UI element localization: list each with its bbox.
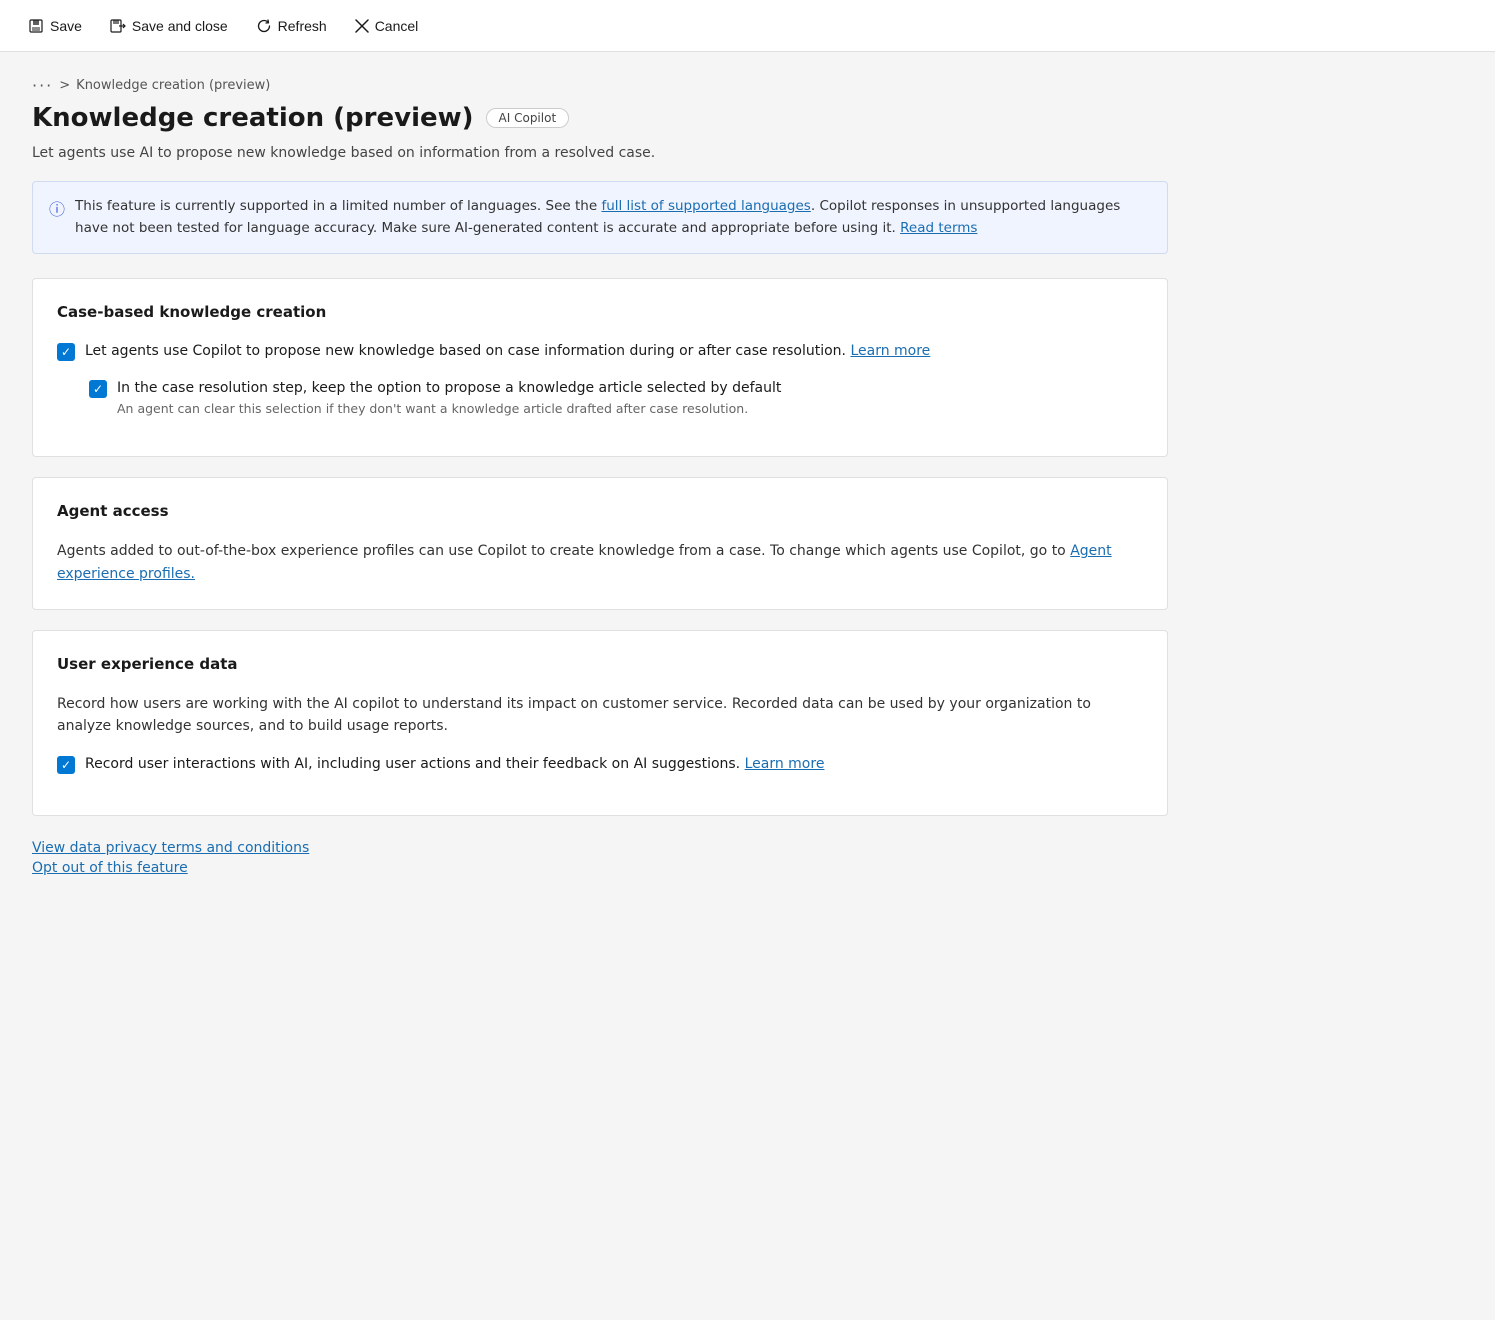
- cancel-button[interactable]: Cancel: [343, 12, 431, 40]
- case-based-checkbox2[interactable]: [89, 380, 107, 398]
- user-experience-checkbox[interactable]: [57, 756, 75, 774]
- case-based-checkbox1-content: Let agents use Copilot to propose new kn…: [85, 341, 930, 362]
- page-title-row: Knowledge creation (preview) AI Copilot: [32, 103, 1168, 133]
- agent-access-section: Agent access Agents added to out-of-the-…: [32, 477, 1168, 610]
- refresh-label: Refresh: [278, 18, 327, 34]
- user-experience-checkbox-row: Record user interactions with AI, includ…: [57, 754, 1143, 775]
- case-based-learn-more-link[interactable]: Learn more: [850, 343, 930, 359]
- user-experience-text: Record how users are working with the AI…: [57, 693, 1143, 738]
- user-experience-title: User experience data: [57, 655, 1143, 673]
- cancel-icon: [355, 19, 369, 33]
- toolbar: Save Save and close Refresh: [0, 0, 1495, 52]
- agent-access-title: Agent access: [57, 502, 1143, 520]
- breadcrumb-current: Knowledge creation (preview): [76, 78, 270, 93]
- footer-links: View data privacy terms and conditions O…: [32, 840, 1168, 876]
- breadcrumb-separator: >: [59, 78, 70, 93]
- user-experience-section: User experience data Record how users ar…: [32, 630, 1168, 816]
- user-experience-checkbox-content: Record user interactions with AI, includ…: [85, 754, 824, 775]
- info-text-before-link: This feature is currently supported in a…: [75, 198, 601, 214]
- refresh-icon: [256, 18, 272, 34]
- case-based-checkbox1-label: Let agents use Copilot to propose new kn…: [85, 343, 930, 359]
- refresh-button[interactable]: Refresh: [244, 12, 339, 40]
- breadcrumb-dots: ···: [32, 76, 53, 95]
- case-based-checkbox1-row: Let agents use Copilot to propose new kn…: [57, 341, 1143, 362]
- case-based-section: Case-based knowledge creation Let agents…: [32, 278, 1168, 457]
- breadcrumb: ··· > Knowledge creation (preview): [32, 76, 1168, 95]
- save-and-close-label: Save and close: [132, 18, 228, 34]
- save-button[interactable]: Save: [16, 12, 94, 40]
- case-based-checkbox1[interactable]: [57, 343, 75, 361]
- case-based-title: Case-based knowledge creation: [57, 303, 1143, 321]
- info-icon: ⓘ: [49, 197, 65, 223]
- save-label: Save: [50, 18, 82, 34]
- agent-access-text: Agents added to out-of-the-box experienc…: [57, 540, 1143, 585]
- privacy-terms-link[interactable]: View data privacy terms and conditions: [32, 840, 1168, 856]
- save-and-close-button[interactable]: Save and close: [98, 12, 240, 40]
- user-experience-learn-more-link[interactable]: Learn more: [745, 756, 825, 772]
- case-based-checkbox2-row: In the case resolution step, keep the op…: [89, 378, 1143, 416]
- case-based-checkbox2-content: In the case resolution step, keep the op…: [117, 378, 781, 416]
- save-icon: [28, 18, 44, 34]
- page-subtitle: Let agents use AI to propose new knowled…: [32, 145, 1168, 161]
- info-banner: ⓘ This feature is currently supported in…: [32, 181, 1168, 254]
- read-terms-link[interactable]: Read terms: [900, 220, 977, 236]
- save-and-close-icon: [110, 18, 126, 34]
- info-banner-text: This feature is currently supported in a…: [75, 196, 1151, 239]
- user-experience-checkbox-label: Record user interactions with AI, includ…: [85, 756, 824, 772]
- main-content: ··· > Knowledge creation (preview) Knowl…: [0, 52, 1200, 900]
- page-title: Knowledge creation (preview): [32, 103, 474, 133]
- supported-languages-link[interactable]: full list of supported languages: [601, 198, 810, 214]
- case-based-checkbox2-label: In the case resolution step, keep the op…: [117, 378, 781, 399]
- case-based-checkbox2-sublabel: An agent can clear this selection if the…: [117, 401, 781, 416]
- opt-out-link[interactable]: Opt out of this feature: [32, 860, 1168, 876]
- cancel-label: Cancel: [375, 18, 419, 34]
- ai-copilot-badge: AI Copilot: [486, 108, 570, 128]
